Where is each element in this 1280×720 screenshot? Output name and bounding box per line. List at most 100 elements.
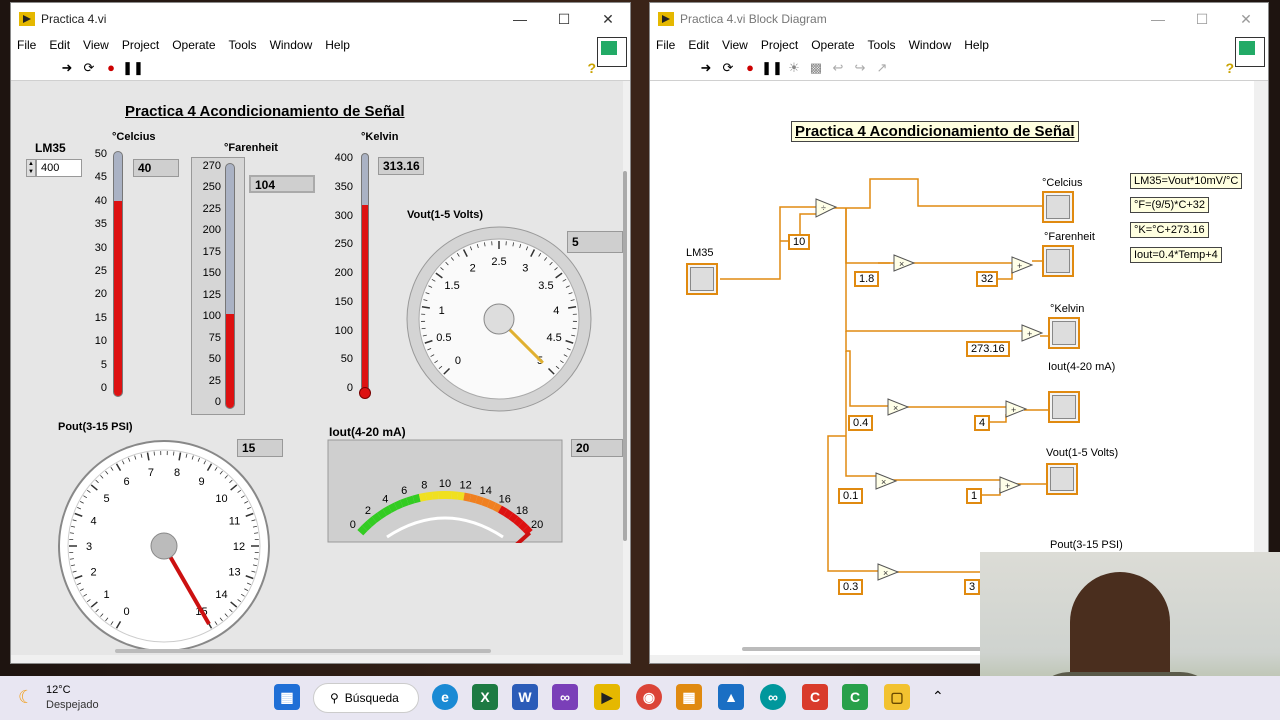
lm35-terminal-label: LM35 xyxy=(686,247,714,259)
lm35-increment-spinner[interactable]: ▲ ▼ xyxy=(26,159,36,177)
edge-icon[interactable]: e xyxy=(432,684,458,710)
farenheit-tick-label: 200 xyxy=(202,224,221,237)
run-continuously-icon[interactable]: ⟳ xyxy=(81,60,97,76)
vout-indicator-terminal[interactable] xyxy=(1046,463,1078,495)
file-explorer-icon[interactable]: ▢ xyxy=(884,684,910,710)
close-button[interactable]: ✕ xyxy=(586,3,630,35)
constant-3[interactable]: 3 xyxy=(964,579,981,595)
weather-widget[interactable]: ☾ 12°C Despejado xyxy=(14,684,124,714)
step-out-icon[interactable]: ↗ xyxy=(874,60,890,76)
lm35-input[interactable]: 400 xyxy=(36,159,82,177)
constant-0-1[interactable]: 0.1 xyxy=(838,488,864,504)
menu-operate[interactable]: Operate xyxy=(811,38,854,52)
pout-gauge-tick-label: 2 xyxy=(90,567,96,579)
menu-help[interactable]: Help xyxy=(964,38,989,52)
step-into-icon[interactable]: ↩ xyxy=(830,60,846,76)
pause-icon[interactable]: ❚❚ xyxy=(122,60,144,76)
menu-edit[interactable]: Edit xyxy=(688,38,709,52)
abort-icon[interactable]: ● xyxy=(103,60,119,76)
farenheit-indicator-terminal[interactable] xyxy=(1042,245,1074,277)
arduino-icon[interactable]: ∞ xyxy=(760,684,786,710)
constant-0-4[interactable]: 0.4 xyxy=(848,415,874,431)
menu-tools[interactable]: Tools xyxy=(229,38,257,52)
menu-file[interactable]: File xyxy=(17,38,36,52)
iout-meter-tick-label: 0 xyxy=(350,519,356,531)
menu-tools[interactable]: Tools xyxy=(868,38,896,52)
labview-taskbar-icon[interactable]: ▶ xyxy=(594,684,620,710)
excel-icon[interactable]: X xyxy=(472,684,498,710)
vi-connector-icon[interactable] xyxy=(1235,37,1265,67)
abort-icon[interactable]: ● xyxy=(742,60,758,76)
windows-start-icon[interactable]: ▦ xyxy=(274,684,300,710)
menu-edit[interactable]: Edit xyxy=(49,38,70,52)
app-green-c-icon[interactable]: C xyxy=(842,684,868,710)
svg-text:×: × xyxy=(893,403,898,413)
svg-text:×: × xyxy=(881,477,886,487)
photos-icon[interactable]: ▲ xyxy=(718,684,744,710)
iout-indicator-terminal[interactable] xyxy=(1048,391,1080,423)
context-help-icon[interactable]: ? xyxy=(587,60,596,76)
run-arrow-icon[interactable]: ➜ xyxy=(59,60,75,76)
visual-studio-icon[interactable]: ∞ xyxy=(552,684,578,710)
iout-meter-tick-label: 16 xyxy=(499,493,511,505)
chrome-icon[interactable]: ◉ xyxy=(636,684,662,710)
constant-4[interactable]: 4 xyxy=(974,415,991,431)
front-panel-titlebar[interactable]: Practica 4.vi — ☐ ✕ xyxy=(11,3,630,35)
thermometer-indicator-icon xyxy=(1046,249,1070,273)
kelvin-tick-label: 300 xyxy=(334,209,353,222)
close-button[interactable]: ✕ xyxy=(1224,3,1268,35)
menu-project[interactable]: Project xyxy=(761,38,798,52)
diagram-horizontal-scrollbar[interactable] xyxy=(742,647,982,651)
menu-project[interactable]: Project xyxy=(122,38,159,52)
app-red-c-icon[interactable]: C xyxy=(802,684,828,710)
comment-kelvin-formula: °K=°C+273.16 xyxy=(1130,222,1209,238)
highlight-execution-icon[interactable]: ☀ xyxy=(786,60,802,76)
kelvin-indicator-terminal[interactable] xyxy=(1048,317,1080,349)
thermometer-indicator-icon xyxy=(1052,321,1076,345)
front-panel-window: Practica 4.vi — ☐ ✕ File Edit View Proje… xyxy=(10,2,631,664)
constant-32[interactable]: 32 xyxy=(976,271,999,287)
calculator-icon[interactable]: ▦ xyxy=(676,684,702,710)
menu-view[interactable]: View xyxy=(722,38,748,52)
iout-terminal-label: Iout(4-20 mA) xyxy=(1048,361,1116,373)
menu-help[interactable]: Help xyxy=(325,38,350,52)
iout-meter-tick-label: 6 xyxy=(401,485,407,497)
run-arrow-icon[interactable]: ➜ xyxy=(698,60,714,76)
step-over-icon[interactable]: ↪ xyxy=(852,60,868,76)
constant-1-8[interactable]: 1.8 xyxy=(854,271,880,287)
menu-file[interactable]: File xyxy=(656,38,675,52)
block-diagram-titlebar[interactable]: Practica 4.vi Block Diagram — ☐ ✕ xyxy=(650,3,1268,35)
vi-connector-icon[interactable] xyxy=(597,37,627,67)
panel-heading: Practica 4 Acondicionamiento de Señal xyxy=(125,103,405,120)
lm35-control-terminal[interactable] xyxy=(686,263,718,295)
minimize-button[interactable]: — xyxy=(498,3,542,35)
celcius-tick-label: 50 xyxy=(94,148,107,160)
iout-meter-tick-label: 2 xyxy=(365,505,371,517)
vout-gauge-tick xyxy=(421,327,426,330)
menu-window[interactable]: Window xyxy=(909,38,952,52)
constant-273-16[interactable]: 273.16 xyxy=(966,341,1010,357)
front-panel-horizontal-scrollbar[interactable] xyxy=(115,649,491,653)
constant-0-3[interactable]: 0.3 xyxy=(838,579,864,595)
context-help-icon[interactable]: ? xyxy=(1225,60,1234,76)
front-panel-vertical-scrollbar[interactable] xyxy=(623,171,627,541)
maximize-button[interactable]: ☐ xyxy=(542,3,586,35)
constant-10[interactable]: 10 xyxy=(788,234,811,250)
menu-operate[interactable]: Operate xyxy=(172,38,215,52)
word-icon[interactable]: W xyxy=(512,684,538,710)
menu-view[interactable]: View xyxy=(83,38,109,52)
pause-icon[interactable]: ❚❚ xyxy=(761,60,783,76)
celcius-tick-label: 45 xyxy=(94,171,107,184)
celcius-thermometer xyxy=(113,151,123,397)
search-icon: ⚲ xyxy=(330,691,339,705)
chevron-up-icon[interactable]: ⌃ xyxy=(932,688,944,705)
celcius-indicator-terminal[interactable] xyxy=(1042,191,1074,223)
pout-gauge-tick-label: 11 xyxy=(229,515,240,527)
constant-1[interactable]: 1 xyxy=(966,488,983,504)
taskbar-search[interactable]: ⚲ Búsqueda xyxy=(313,683,419,713)
menu-window[interactable]: Window xyxy=(270,38,313,52)
run-continuously-icon[interactable]: ⟳ xyxy=(720,60,736,76)
retain-wire-values-icon[interactable]: ▩ xyxy=(808,60,824,76)
maximize-button[interactable]: ☐ xyxy=(1180,3,1224,35)
minimize-button[interactable]: — xyxy=(1136,3,1180,35)
